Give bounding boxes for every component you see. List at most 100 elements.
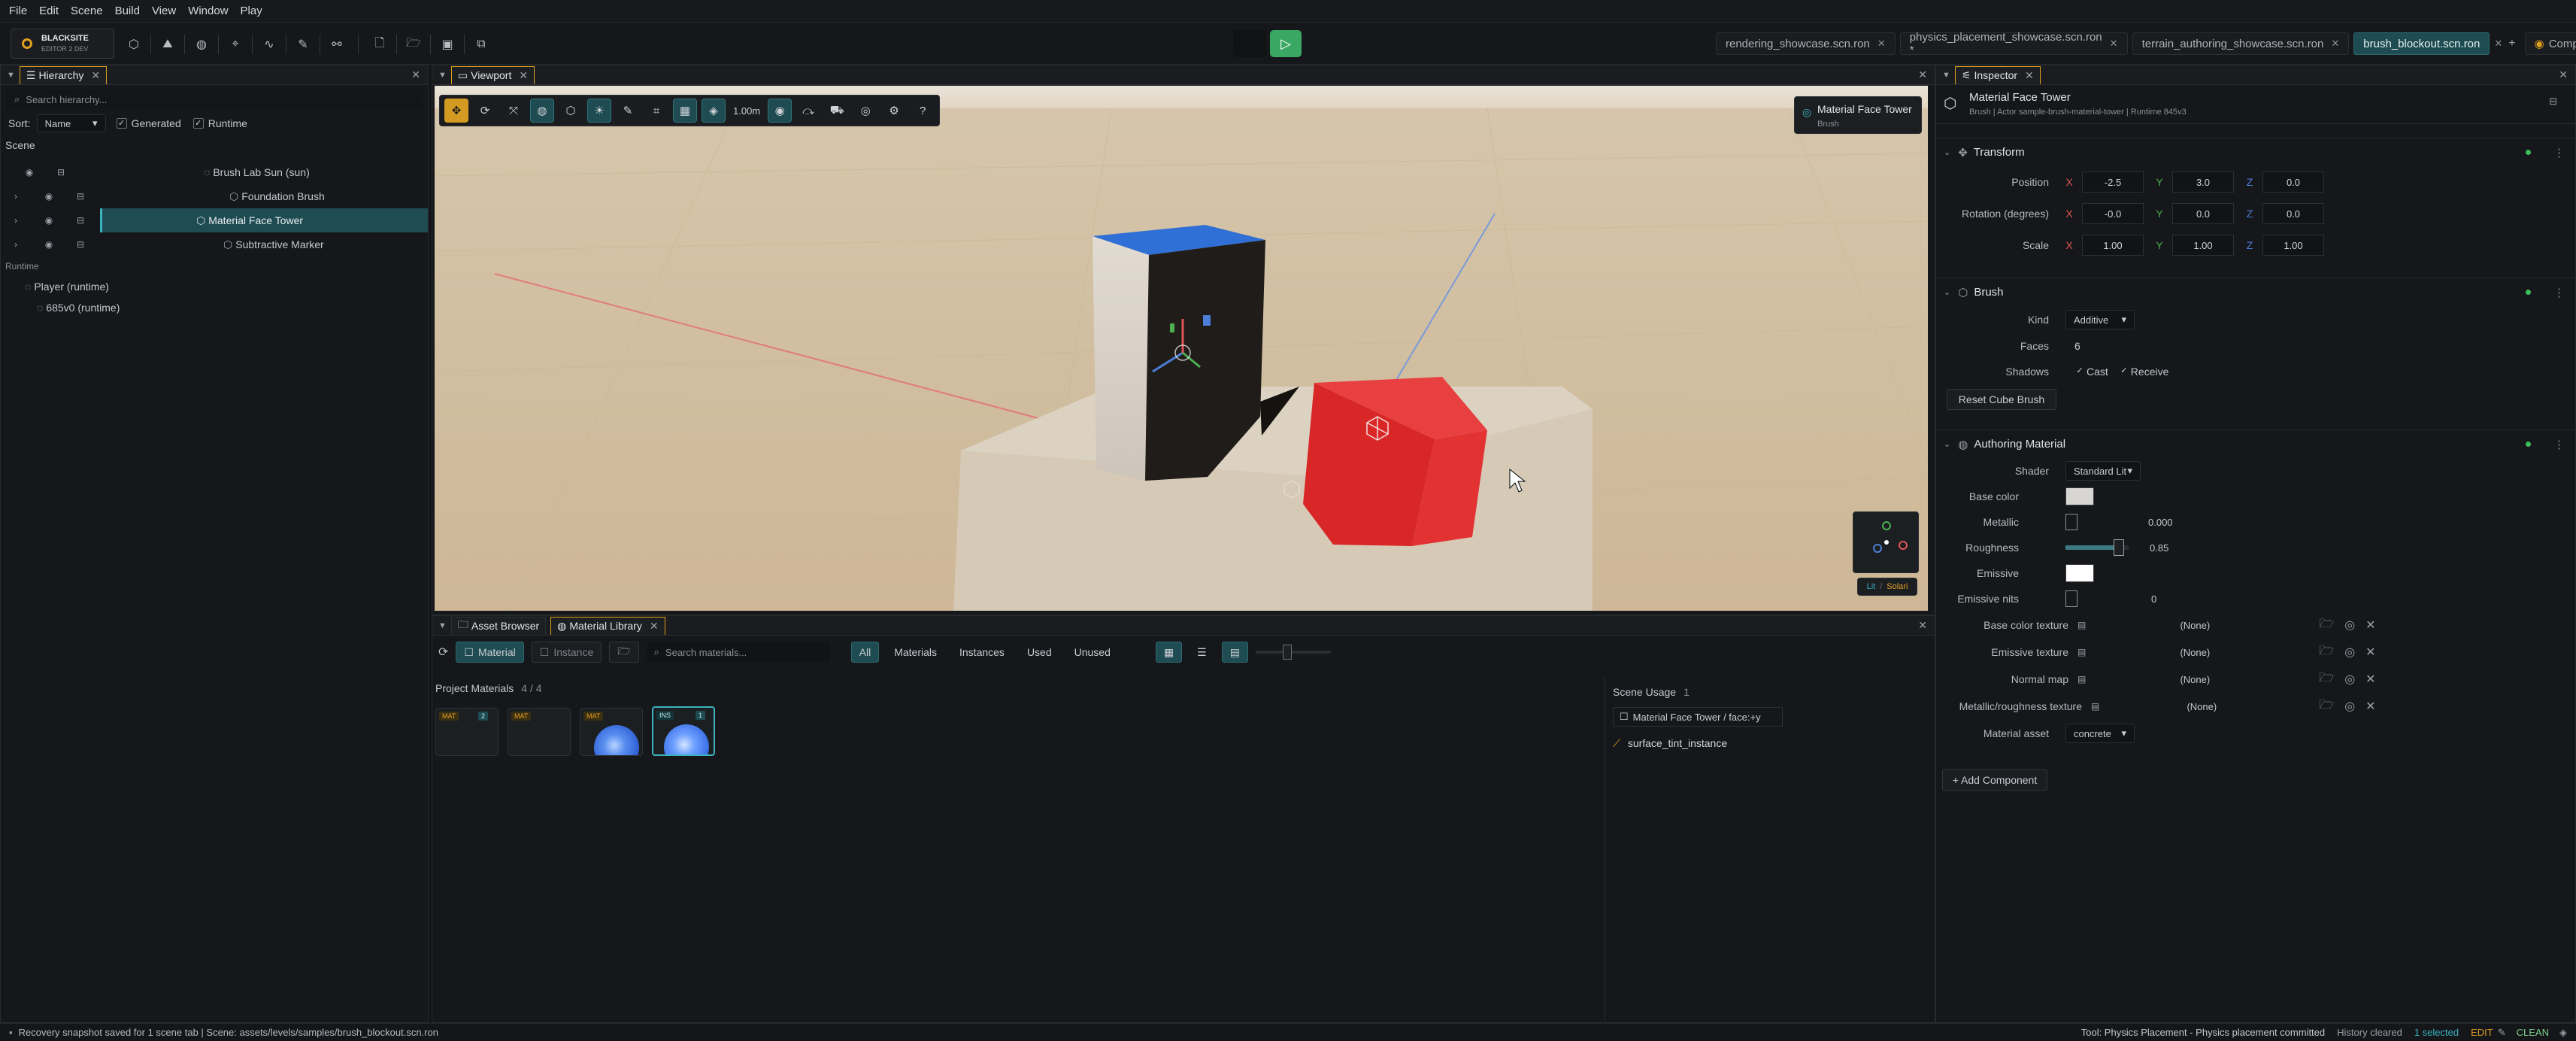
roughness-value[interactable]: 0.85 [2150,542,2168,554]
doc-tab-terrain[interactable]: terrain_authoring_showcase.scn.ron ✕ [2132,32,2350,55]
doc-tab-brush-blockout[interactable]: brush_blockout.scn.ron [2353,32,2490,55]
hierarchy-item-sun[interactable]: ◉ ⊟ ◌ Brush Lab Sun (sun) [1,160,428,184]
close-icon[interactable]: ✕ [1918,619,1927,632]
eye-icon[interactable]: ◉ [41,213,56,228]
texture-value[interactable]: (None) [2086,674,2304,685]
folder-icon[interactable]: 🗁 [2319,615,2334,636]
emissive-color-swatch[interactable] [2065,564,2094,582]
filter-used[interactable]: Used [1020,642,1059,663]
lock-icon[interactable]: ⊟ [73,213,88,228]
runtime-item-entity[interactable]: ◌ 685v0 (runtime) [1,297,428,318]
physics-icon[interactable]: ⤼ [796,99,820,123]
filter-materials[interactable]: Materials [886,642,944,663]
material-tile[interactable]: MAT [508,708,571,756]
tab-asset-browser[interactable]: 🗀 Asset Browser [450,616,547,635]
clear-icon[interactable]: ✕ [2365,618,2375,633]
more-icon[interactable]: ⋮ [2553,438,2565,451]
play-button[interactable]: ▷ [1270,30,1302,57]
close-icon[interactable]: ✕ [519,69,528,82]
filter-instances[interactable]: Instances [952,642,1012,663]
menu-file[interactable]: File [3,0,33,23]
texture-value[interactable]: (None) [2099,701,2304,712]
save-icon[interactable]: ▣ [437,34,458,55]
clear-icon[interactable]: ✕ [2365,699,2375,714]
select-tool-icon[interactable]: ✥ [444,99,468,123]
roughness-slider[interactable] [2065,539,2129,556]
paint-icon[interactable]: ✎ [616,99,640,123]
instance-row[interactable]: ⟋ surface_tint_instance [1613,734,1926,752]
eye-icon[interactable]: ◉ [41,189,56,204]
close-icon[interactable]: ✕ [2025,69,2034,82]
more-icon[interactable]: ⋮ [2553,286,2565,299]
add-tab-icon[interactable]: + [2508,37,2515,50]
composition-button[interactable]: ◉ Composition [2524,32,2576,55]
collapse-icon[interactable]: ▼ [438,621,447,630]
tab-inspector[interactable]: ⚟ Inspector ✕ [1954,65,2041,84]
locate-icon[interactable]: ◎ [2344,618,2355,633]
clear-icon[interactable]: ✕ [2365,645,2375,660]
slider-handle[interactable] [2114,539,2125,556]
close-icon[interactable]: ✕ [1877,38,1886,50]
close-icon[interactable]: ✕ [91,69,100,82]
grid-snap-icon[interactable]: ▦ [673,99,697,123]
close-icon[interactable]: ✕ [2559,68,2568,81]
list-view-button[interactable]: ☰ [1190,642,1214,663]
menu-scene[interactable]: Scene [65,0,109,23]
refresh-icon[interactable]: ⟳ [438,645,448,660]
chevron-right-icon[interactable]: › [8,237,23,252]
status-selection[interactable]: 1 selected [2414,1027,2459,1038]
scale-x-field[interactable]: 1.00 [2082,235,2144,256]
material-tile[interactable]: MAT 2 [435,708,499,756]
chevron-right-icon[interactable]: › [8,189,23,204]
menu-view[interactable]: View [146,0,182,23]
shader-dropdown[interactable]: Standard Lit ▾ [2065,461,2141,481]
lock-icon[interactable]: ⊟ [53,165,68,180]
hierarchy-search[interactable]: ⌕ Search hierarchy... [7,90,422,109]
close-icon[interactable]: ✕ [650,620,659,633]
hierarchy-item-subtractive-marker[interactable]: › ◉ ⊟ ⬡ Subtractive Marker [1,232,428,256]
viewport-canvas[interactable] [435,86,1928,611]
lock-icon[interactable]: ⊟ [73,189,88,204]
usage-item-button[interactable]: ☐ Material Face Tower / face:+y [1613,707,1783,727]
folder-icon[interactable]: 🗁 [2319,642,2334,663]
grid-view-button[interactable]: ▦ [1155,642,1183,663]
folder-icon[interactable]: 🗁 [2319,697,2334,717]
brush-tool-icon[interactable]: ✎ [292,34,314,55]
scale-tool-icon[interactable]: ⤧ [502,99,526,123]
tab-hierarchy[interactable]: ☰ Hierarchy ✕ [19,65,108,84]
help-icon[interactable]: ? [911,99,935,123]
metallic-value[interactable]: 0.000 [2148,517,2173,528]
reset-cube-brush-button[interactable]: Reset Cube Brush [1947,389,2056,410]
visibility-icon[interactable]: ◉ [768,99,792,123]
eye-icon[interactable]: ◉ [41,237,56,252]
menu-window[interactable]: Window [182,0,234,23]
orientation-gizmo[interactable] [1853,511,1919,573]
tab-viewport[interactable]: ▭ Viewport ✕ [450,65,535,84]
close-icon[interactable]: ✕ [2110,38,2118,50]
link-tool-icon[interactable]: ⚯ [326,34,347,55]
snap-value[interactable]: 1.00m [733,105,760,117]
render-mode-toggle[interactable]: Lit / Solari [1857,578,1917,596]
material-tile[interactable]: MAT [580,708,643,756]
texture-value[interactable]: (None) [2086,620,2304,631]
material-section-header[interactable]: ⌄ ◍ Authoring Material ⋮ [1936,429,2575,458]
camera-icon[interactable]: ◎ [853,99,877,123]
doc-tab-physics[interactable]: physics_placement_showcase.scn.ron * ✕ [1899,31,2128,56]
locate-icon[interactable]: ◎ [2344,672,2355,687]
close-icon[interactable]: ✕ [2331,38,2339,50]
menu-build[interactable]: Build [109,0,146,23]
texture-value[interactable]: (None) [2086,647,2304,658]
locate-icon[interactable]: ◎ [2344,645,2355,660]
mode-material-button[interactable]: ☐ Material [456,642,524,663]
material-asset-dropdown[interactable]: concrete ▾ [2065,724,2135,743]
emissive-slider-handle[interactable] [2065,590,2077,607]
close-icon[interactable]: ✕ [411,68,420,81]
close-icon[interactable]: ✕ [2494,38,2502,50]
vehicle-icon[interactable]: ⛟ [825,99,849,123]
locate-icon[interactable]: ◎ [2344,699,2355,714]
runtime-checkbox[interactable]: ✓ [192,118,204,129]
collapse-icon[interactable]: ▼ [7,71,15,80]
save-all-icon[interactable]: ⧉ [471,34,492,55]
folder-icon[interactable]: 🗁 [2319,669,2334,690]
clear-icon[interactable]: ✕ [2365,672,2375,687]
